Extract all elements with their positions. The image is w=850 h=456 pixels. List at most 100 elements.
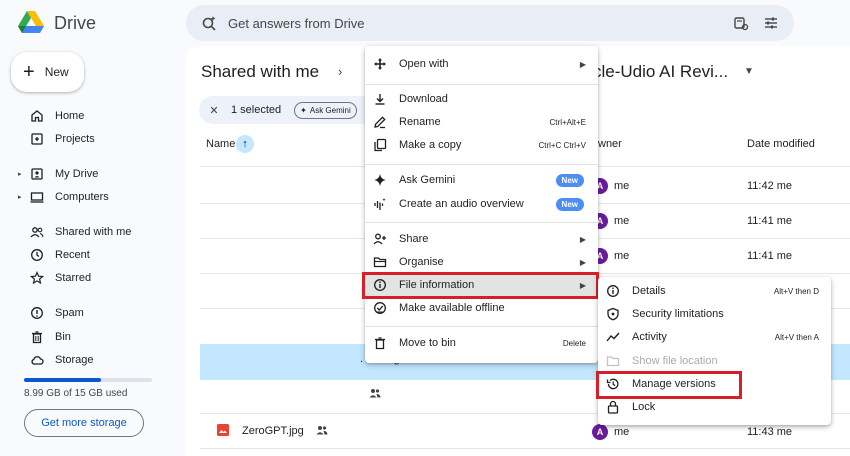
- cloud-icon: [30, 353, 44, 367]
- menu-item-open-with[interactable]: Open with ▶: [365, 53, 598, 75]
- caret-down-icon[interactable]: ▼: [744, 66, 754, 77]
- star-icon: [30, 271, 44, 285]
- submenu-item-details[interactable]: Details Alt+V then D: [598, 280, 831, 302]
- new-button[interactable]: + New: [11, 52, 84, 92]
- offline-check-icon: [373, 301, 387, 315]
- ask-gemini-chip[interactable]: ✦ Ask Gemini: [294, 101, 357, 119]
- sidebar-item-shared[interactable]: Shared with me: [18, 222, 131, 242]
- submenu-item-lock[interactable]: Lock: [598, 396, 831, 418]
- submenu-item-security[interactable]: Security limitations: [598, 303, 831, 325]
- breadcrumb-shared-with-me[interactable]: Shared with me: [201, 62, 319, 82]
- menu-item-audio-overview[interactable]: Create an audio overview New: [365, 193, 598, 215]
- shared-people-icon: [369, 388, 381, 401]
- chevron-right-icon: ▶: [579, 234, 586, 244]
- move-arrows-icon: [373, 57, 387, 71]
- table-row-modified: 11:43 me: [747, 426, 793, 438]
- new-badge: New: [555, 173, 584, 187]
- sort-ascending-icon[interactable]: ↑: [236, 135, 254, 153]
- clock-icon: [30, 248, 44, 262]
- column-header-owner[interactable]: wner: [598, 138, 622, 150]
- sidebar-item-projects[interactable]: Projects: [18, 129, 95, 149]
- new-badge: New: [555, 197, 584, 211]
- gemini-sparkle-icon: [373, 173, 387, 187]
- sparkle-search-icon: [200, 14, 218, 32]
- info-icon: [606, 284, 620, 298]
- new-button-label: New: [44, 65, 69, 79]
- image-file-icon: [216, 423, 230, 440]
- storage-meter: [24, 378, 152, 382]
- spam-icon: [30, 306, 44, 320]
- table-row[interactable]: ZeroGPT.jpg: [216, 423, 328, 439]
- menu-item-make-copy[interactable]: Make a copy Ctrl+C Ctrl+V: [365, 134, 598, 156]
- row-divider: [200, 448, 850, 449]
- bin-icon: [30, 330, 44, 344]
- sidebar-item-computers[interactable]: ▸ Computers: [18, 187, 109, 207]
- menu-item-ask-gemini[interactable]: Ask Gemini New: [365, 169, 598, 191]
- search-tools-icon[interactable]: [732, 14, 750, 32]
- folder-open-icon: [373, 255, 387, 269]
- filter-icon[interactable]: [762, 14, 780, 32]
- menu-item-offline[interactable]: Make available offline: [365, 297, 598, 319]
- sidebar-item-my-drive[interactable]: ▸ My Drive: [18, 164, 98, 184]
- context-menu: Open with ▶ Download Rename Ctrl+Alt+E M…: [365, 46, 598, 363]
- folder-icon: [606, 354, 620, 368]
- shared-people-icon: [316, 425, 328, 438]
- table-row-modified: 11:42 me: [747, 180, 793, 192]
- audio-wave-icon: [373, 197, 387, 211]
- bin-icon: [373, 336, 387, 350]
- home-icon: [30, 109, 44, 123]
- expand-arrow-icon[interactable]: ▸: [18, 193, 24, 201]
- expand-arrow-icon[interactable]: ▸: [18, 170, 24, 178]
- storage-usage-text: 8.99 GB of 15 GB used: [24, 388, 128, 399]
- column-header-name[interactable]: Name: [206, 138, 235, 150]
- table-row-owner: Ame: [592, 424, 629, 440]
- selected-count: 1 selected: [231, 104, 282, 116]
- menu-item-download[interactable]: Download: [365, 88, 598, 110]
- plus-icon: +: [23, 61, 35, 83]
- menu-divider: [365, 222, 598, 223]
- pencil-icon: [373, 115, 387, 129]
- selection-bar: ✕ 1 selected ✦ Ask Gemini: [199, 96, 365, 124]
- highlight-file-information: [362, 272, 599, 299]
- menu-item-organise[interactable]: Organise ▶: [365, 251, 598, 273]
- menu-item-move-to-bin[interactable]: Move to bin Delete: [365, 332, 598, 354]
- menu-divider: [365, 164, 598, 165]
- storage-meter-fill: [24, 378, 101, 382]
- drive-logo-icon: [18, 11, 44, 35]
- menu-item-rename[interactable]: Rename Ctrl+Alt+E: [365, 111, 598, 133]
- drive-logo[interactable]: Drive: [18, 8, 96, 38]
- copy-icon: [373, 138, 387, 152]
- sidebar-item-starred[interactable]: Starred: [18, 268, 91, 288]
- search-input[interactable]: Get answers from Drive: [228, 16, 720, 31]
- file-name: ZeroGPT.jpg: [242, 425, 304, 437]
- breadcrumb-separator: ›: [338, 64, 343, 79]
- submenu-item-activity[interactable]: Activity Alt+V then A: [598, 326, 831, 348]
- sidebar-item-bin[interactable]: Bin: [18, 327, 71, 347]
- clear-selection-icon[interactable]: ✕: [207, 104, 221, 117]
- sidebar-item-recent[interactable]: Recent: [18, 245, 90, 265]
- computer-icon: [30, 190, 44, 204]
- sidebar-item-spam[interactable]: Spam: [18, 303, 84, 323]
- person-add-icon: [373, 232, 387, 246]
- avatar: A: [592, 424, 608, 440]
- get-more-storage-button[interactable]: Get more storage: [24, 409, 144, 437]
- search-bar[interactable]: Get answers from Drive: [186, 5, 794, 41]
- my-drive-icon: [30, 167, 44, 181]
- lock-icon: [606, 400, 620, 414]
- highlight-manage-versions: [596, 371, 742, 399]
- sidebar-item-home[interactable]: Home: [18, 106, 84, 126]
- sidebar-item-storage[interactable]: Storage: [18, 350, 94, 370]
- download-icon: [373, 92, 387, 106]
- table-row-modified: 11:41 me: [747, 250, 793, 262]
- submenu-item-show-location: Show file location: [598, 350, 831, 372]
- file-information-submenu: Details Alt+V then D Security limitation…: [598, 277, 831, 425]
- table-row-modified: 11:41 me: [747, 215, 793, 227]
- activity-icon: [606, 330, 620, 344]
- chevron-right-icon: ▶: [579, 59, 586, 69]
- menu-divider: [365, 84, 598, 85]
- shield-icon: [606, 307, 620, 321]
- menu-divider: [365, 326, 598, 327]
- breadcrumb-current-file[interactable]: cle-Udio AI Revi...: [593, 62, 728, 82]
- menu-item-share[interactable]: Share ▶: [365, 228, 598, 250]
- column-header-date-modified[interactable]: Date modified: [747, 138, 815, 150]
